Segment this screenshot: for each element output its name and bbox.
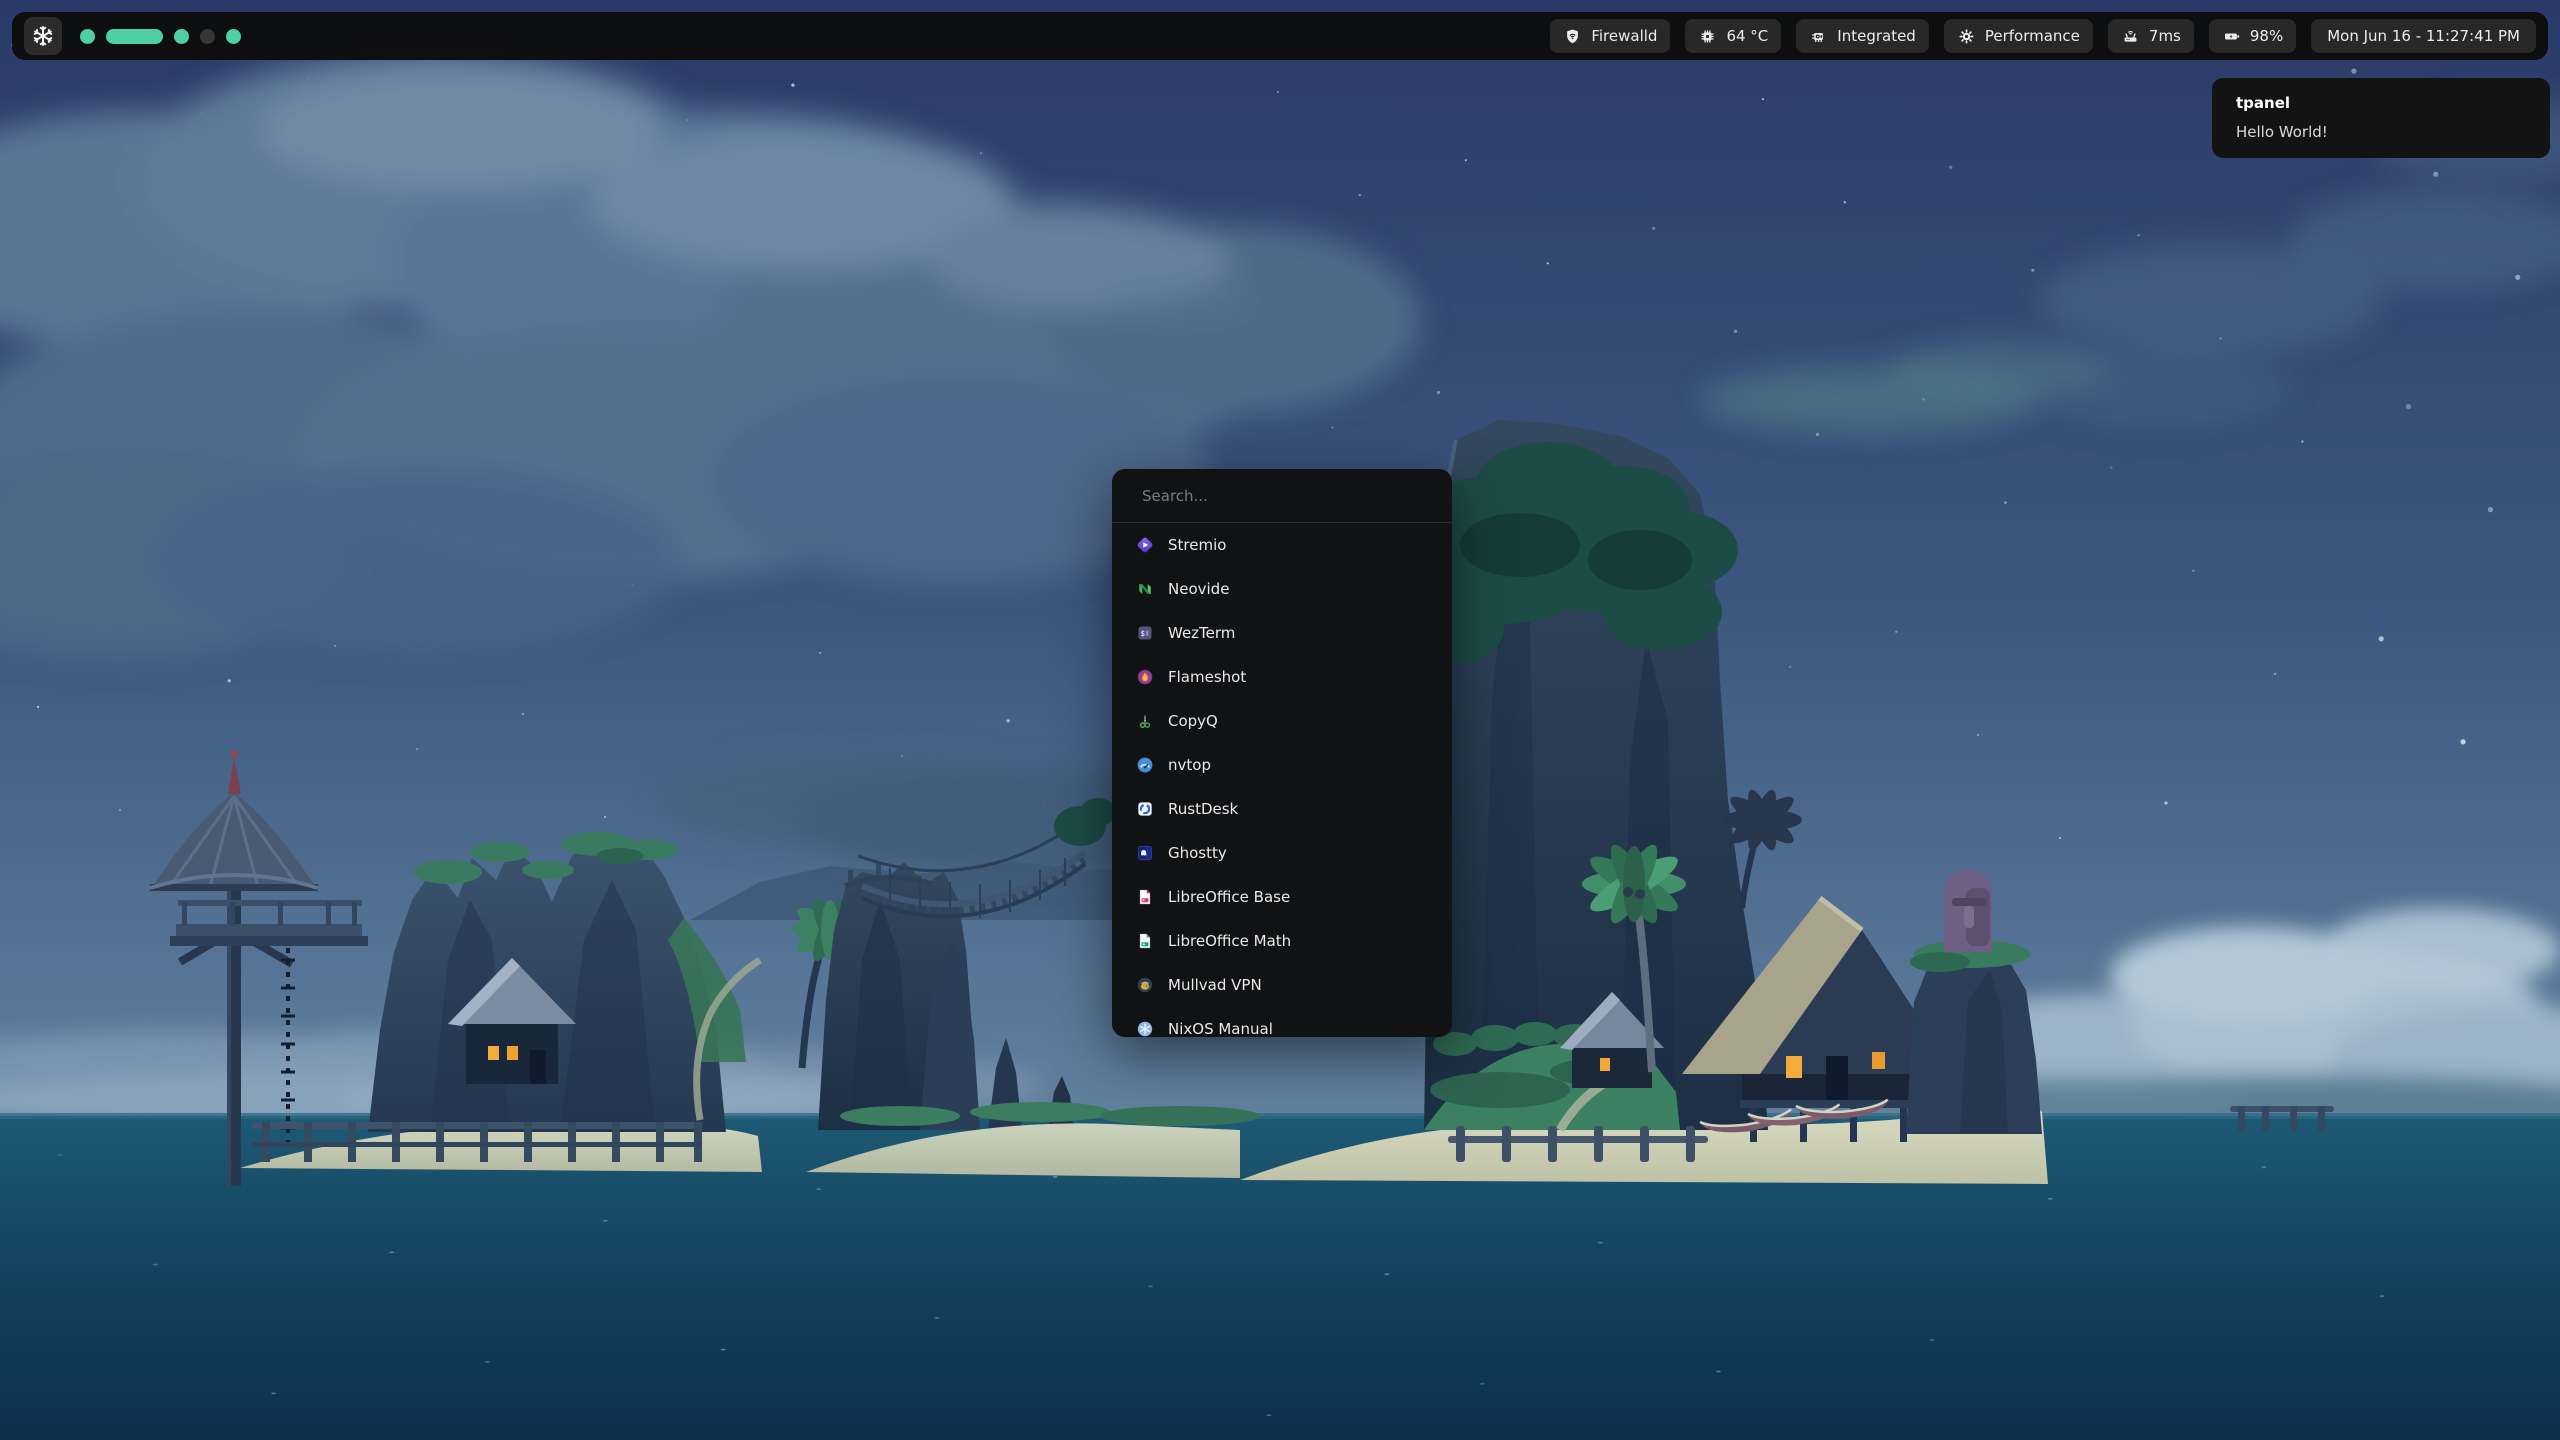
app-item-copyq[interactable]: CopyQ [1112, 699, 1452, 743]
firewall-status-chip[interactable]: Firewalld [1550, 19, 1670, 53]
workspace-2-active[interactable] [106, 29, 163, 44]
firewall-label: Firewalld [1591, 27, 1657, 45]
battery-label: 98% [2250, 27, 2283, 45]
app-label: CopyQ [1168, 712, 1218, 730]
rustdesk-icon [1136, 800, 1154, 818]
notification-popup[interactable]: tpanel Hello World! [2212, 78, 2550, 158]
stremio-icon [1136, 536, 1154, 554]
nixos-logo-icon [31, 24, 55, 48]
app-item-nixos-manual[interactable]: NixOS Manual [1112, 1007, 1452, 1037]
svg-text:$: $ [1141, 629, 1146, 638]
app-launcher: Stremio Neovide $ WezTerm [1112, 469, 1452, 1037]
neovide-icon [1136, 580, 1154, 598]
search-input[interactable] [1112, 469, 1452, 523]
notification-title: tpanel [2236, 94, 2526, 112]
app-item-libreoffice-base[interactable]: LibreOffice Base [1112, 875, 1452, 919]
gpu-chip-icon [1809, 27, 1828, 46]
network-latency-label: 7ms [2149, 27, 2181, 45]
gear-icon [1957, 27, 1976, 46]
app-label: Stremio [1168, 536, 1226, 554]
app-label: Mullvad VPN [1168, 976, 1262, 994]
mullvad-vpn-icon [1136, 976, 1154, 994]
app-item-flameshot[interactable]: Flameshot [1112, 655, 1452, 699]
app-item-nvtop[interactable]: nvtop [1112, 743, 1452, 787]
app-item-ghostty[interactable]: Ghostty [1112, 831, 1452, 875]
lit-window [1872, 1052, 1885, 1069]
app-item-stremio[interactable]: Stremio [1112, 523, 1452, 567]
nixos-menu-button[interactable] [24, 17, 62, 55]
app-item-libreoffice-math[interactable]: LibreOffice Math [1112, 919, 1452, 963]
copyq-icon [1136, 712, 1154, 730]
lit-window [1600, 1058, 1610, 1071]
shield-icon [1563, 27, 1582, 46]
ghostty-icon [1136, 844, 1154, 862]
power-profile-chip[interactable]: Performance [1944, 19, 2093, 53]
app-label: NixOS Manual [1168, 1020, 1273, 1037]
workspace-5-occupied[interactable] [226, 29, 241, 44]
gpu-mode-chip[interactable]: Integrated [1796, 19, 1929, 53]
libreoffice-math-icon [1136, 932, 1154, 950]
battery-chip[interactable]: 98% [2209, 19, 2296, 53]
lit-window [1786, 1056, 1802, 1078]
cpu-temp-chip[interactable]: 64 °C [1685, 19, 1781, 53]
notification-body: Hello World! [2236, 123, 2526, 141]
wezterm-icon: $ [1136, 624, 1154, 642]
status-area: Firewalld 64 °C [1550, 19, 2536, 53]
app-label: LibreOffice Base [1168, 888, 1290, 906]
top-bar: Firewalld 64 °C [12, 12, 2548, 60]
app-item-rustdesk[interactable]: RustDesk [1112, 787, 1452, 831]
battery-icon [2222, 27, 2241, 46]
nvtop-icon [1136, 756, 1154, 774]
gpu-mode-label: Integrated [1837, 27, 1916, 45]
clock[interactable]: Mon Jun 16 - 11:27:41 PM [2311, 19, 2536, 53]
app-label: Flameshot [1168, 668, 1246, 686]
power-profile-label: Performance [1985, 27, 2080, 45]
lit-window [488, 1046, 499, 1060]
desktop: Firewalld 64 °C [0, 0, 2560, 1440]
workspace-indicators [80, 29, 241, 44]
app-label: nvtop [1168, 756, 1211, 774]
flameshot-icon [1136, 668, 1154, 686]
app-label: RustDesk [1168, 800, 1238, 818]
router-icon [2121, 27, 2140, 46]
nixos-manual-icon [1136, 1020, 1154, 1037]
app-list: Stremio Neovide $ WezTerm [1112, 523, 1452, 1037]
workspace-1-occupied[interactable] [80, 29, 95, 44]
app-item-wezterm[interactable]: $ WezTerm [1112, 611, 1452, 655]
cpu-chip-icon [1698, 27, 1717, 46]
app-item-mullvad-vpn[interactable]: Mullvad VPN [1112, 963, 1452, 1007]
cpu-temp-label: 64 °C [1726, 27, 1768, 45]
app-item-neovide[interactable]: Neovide [1112, 567, 1452, 611]
app-label: Ghostty [1168, 844, 1227, 862]
workspace-3-occupied[interactable] [174, 29, 189, 44]
network-latency-chip[interactable]: 7ms [2108, 19, 2194, 53]
app-label: Neovide [1168, 580, 1229, 598]
clock-label: Mon Jun 16 - 11:27:41 PM [2327, 27, 2520, 45]
app-label: WezTerm [1168, 624, 1235, 642]
libreoffice-base-icon [1136, 888, 1154, 906]
workspace-4-empty[interactable] [200, 29, 215, 44]
lit-window [507, 1046, 518, 1060]
app-label: LibreOffice Math [1168, 932, 1291, 950]
